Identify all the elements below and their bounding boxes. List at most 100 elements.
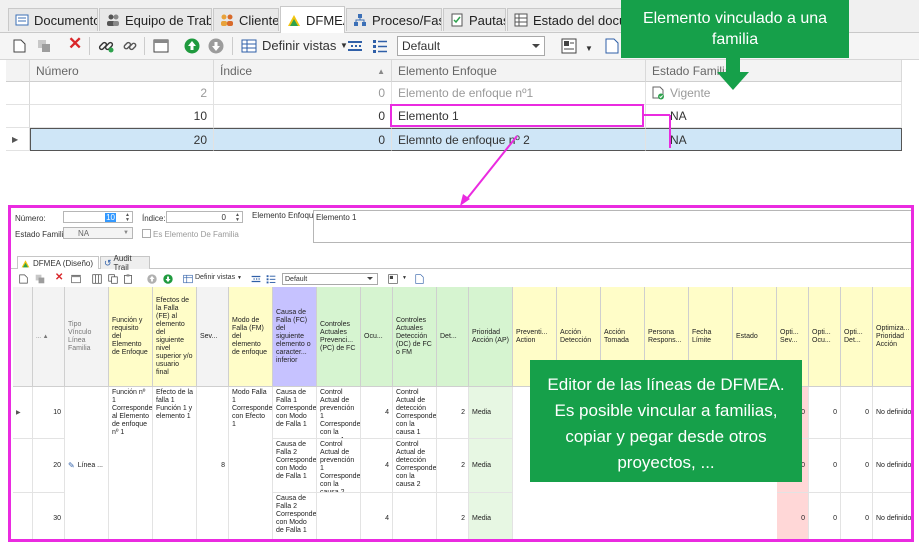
cell-sev[interactable]: 8 [197,387,229,539]
column-header-opt-ocu[interactable]: Opti... Ocu... [809,287,841,387]
tab-proceso-fases[interactable]: Proceso/Fases [346,8,442,31]
elemento-enfoque-textarea[interactable]: Elemento 1 [313,210,911,243]
cell-numero[interactable]: 10 [30,105,214,128]
delete-icon[interactable]: ✕ [68,35,82,52]
view-select[interactable]: Default [397,36,545,56]
cell-opt-sev[interactable]: 0 [777,493,809,539]
cell-det[interactable]: 2 [437,439,469,493]
columns-icon[interactable] [92,274,102,284]
column-header-efectos[interactable]: Efectos de la Falla (FE) al elemento del… [153,287,197,387]
copy-icon[interactable] [108,274,118,284]
cell-opt-det[interactable]: 0 [841,493,873,539]
view-select[interactable]: Default [282,273,378,285]
column-header-det[interactable]: Det... [437,287,469,387]
cell-opt-prioridad[interactable]: No definido [873,387,911,439]
tab-equipo-de-trabajo[interactable]: Equipo de Trabajo [99,8,212,31]
layout-icon[interactable] [561,38,577,54]
column-header-ocu[interactable]: Ocu... [361,287,393,387]
cell-controles-prevencion[interactable] [317,493,361,539]
cell-opt-ocu[interactable]: 0 [809,439,841,493]
row-indicator[interactable]: ▶ [6,128,30,151]
numero-input[interactable]: 10 ▲ ▼ [63,211,133,223]
spin-arrows-icon[interactable]: ▲ ▼ [125,213,130,223]
column-header-causa-falla[interactable]: Causa de Falla (FC) del siguiente elemen… [273,287,317,387]
cell-controles-prevencion[interactable]: Control Actual de prevención 1 Correspon… [317,387,361,439]
cell-controles-prevencion[interactable]: Control Actual de prevención 1 Correspon… [317,439,361,493]
row-indicator[interactable] [13,439,33,493]
column-header-opt-prioridad[interactable]: Optimiza... Prioridad Acción [873,287,911,387]
cell-estado-familia[interactable]: NA [646,128,902,151]
move-up-disabled-icon[interactable] [147,274,157,284]
move-down-icon[interactable] [208,38,224,54]
row-indicator[interactable] [6,82,30,105]
column-header-tipo-vinculo[interactable]: Tipo Vínculo Línea Familia [65,287,109,387]
cell-prioridad-accion[interactable]: Media [469,439,513,493]
column-header-controles-prevencion[interactable]: Controles Actuales Prevenci... (PC) de F… [317,287,361,387]
copy-disabled-icon[interactable] [35,274,45,284]
cell-estado-familia[interactable]: Vigente [646,82,902,105]
cell-tipo-vinculo[interactable]: ✎ Línea ... [65,387,109,539]
row-indicator[interactable] [13,493,33,539]
column-header-modo-falla[interactable]: Modo de Falla (FM) del elemento de enfoq… [229,287,273,387]
move-down-icon[interactable] [163,274,173,284]
expand-icon[interactable] [372,39,388,53]
export-icon[interactable] [415,274,424,284]
column-header-funcion[interactable]: Función y requisito del Elemento de Enfo… [109,287,153,387]
subtab-audit-trail[interactable]: ↺ Audit Trail [100,254,150,272]
tab-clientes[interactable]: Clientes [213,8,279,31]
cell-prioridad-accion[interactable]: Media [469,493,513,539]
collapse-icon[interactable] [251,275,261,283]
es-elemento-checkbox[interactable] [142,229,151,238]
column-header-controles-deteccion[interactable]: Controles Actuales Detección (DC) de FC … [393,287,437,387]
tab-estado-documento[interactable]: Estado del docume [507,8,627,31]
cell-ocu[interactable]: 4 [361,493,393,539]
cell-indice[interactable]: 0 [214,82,392,105]
define-views-button[interactable]: Definir vistas ▼ [195,274,242,281]
cell-opt-ocu[interactable]: 0 [809,387,841,439]
cell-estado-familia[interactable]: NA [646,105,902,128]
cell-causa-falla[interactable]: Causa de Falla 2 Corresponde con Modo de… [273,493,317,539]
column-header-estado-familia[interactable]: Estado Familia [646,60,902,82]
window-icon[interactable] [153,39,169,53]
cell-number[interactable]: 20 [33,439,65,493]
cell-number[interactable]: 10 [33,387,65,439]
copy-disabled-icon[interactable] [37,39,51,53]
cell-indice[interactable]: 0 [214,105,392,128]
unlink-icon[interactable] [122,38,138,54]
cell-opt-prioridad[interactable]: No definido [873,493,911,539]
row-indicator[interactable]: ▶ [13,387,33,439]
move-up-icon[interactable] [184,38,200,54]
column-header-number[interactable]: ... ▲ [33,287,65,387]
column-header-indice[interactable]: Índice ▲ [214,60,392,82]
cell-elemento-enfoque[interactable]: Elemento de enfoque nº1 [392,82,646,105]
tab-pautas[interactable]: Pautas [443,8,506,31]
paste-icon[interactable] [123,274,133,284]
cell-indice[interactable]: 0 [214,128,392,151]
column-header-opt-det[interactable]: Opti... Det... [841,287,873,387]
cell-opt-prioridad[interactable]: No definido [873,439,911,493]
spin-arrows-icon[interactable]: ▲ ▼ [235,213,240,223]
link-icon[interactable] [98,38,114,54]
column-header-elemento-enfoque[interactable]: Elemento Enfoque [392,60,646,82]
chevron-down-icon[interactable]: ▼ [402,275,407,281]
cell-modo-falla[interactable]: Modo Falla 1 Corresponde con Efecto 1 [229,387,273,539]
cell-elemento-enfoque[interactable]: Elemnto de enfoque nº 2 [392,128,646,151]
cell-det[interactable]: 2 [437,493,469,539]
chevron-down-icon[interactable]: ▼ [585,41,593,57]
column-header-numero[interactable]: Número [30,60,214,82]
column-header-sev[interactable]: Sev... [197,287,229,387]
cell-opt-det[interactable]: 0 [841,387,873,439]
cell-controles-deteccion[interactable]: Control Actual de detección Corresponde … [393,387,437,439]
define-views-button[interactable]: Definir vistas ▼ [262,38,348,54]
cell-efectos[interactable]: Efecto de la falla 1 Función 1 y element… [153,387,197,539]
new-document-icon[interactable] [13,39,26,53]
cell-opt-det[interactable]: 0 [841,439,873,493]
cell-prioridad-accion[interactable]: Media [469,387,513,439]
window-icon[interactable] [71,274,81,284]
cell-controles-deteccion[interactable] [393,493,437,539]
cell-causa-falla[interactable]: Causa de Falla 2 Corresponde con Modo de… [273,439,317,493]
indice-input[interactable]: 0 ▲ ▼ [166,211,243,223]
export-icon[interactable] [605,38,619,54]
cell-numero[interactable]: 20 [30,128,214,151]
tab-dfmea[interactable]: DFMEA [280,6,345,33]
